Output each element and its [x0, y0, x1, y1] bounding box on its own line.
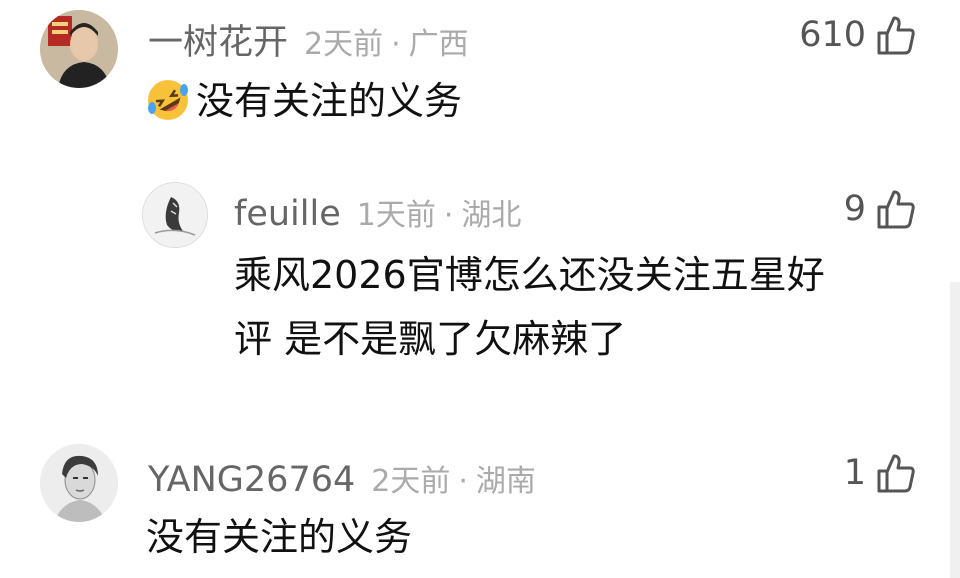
comment-meta: YANG26764 2天前 · 湖南	[148, 456, 536, 500]
comment-meta: feuille 1天前 · 湖北	[234, 190, 521, 234]
thumbs-up-icon[interactable]	[876, 452, 916, 494]
like-button[interactable]: 9	[844, 188, 916, 230]
avatar[interactable]	[40, 444, 118, 522]
comment-text: 乘风2026官博怎么还没关注五星好 评 是不是飘了欠麻辣了	[234, 246, 825, 368]
like-count: 1	[843, 453, 866, 493]
meta-separator: ·	[391, 27, 401, 62]
comment-text-line: 乘风2026官博怎么还没关注五星好	[234, 253, 825, 297]
timestamp: 2天前	[371, 464, 451, 499]
rolling-laughing-emoji-icon	[146, 78, 190, 122]
meta-separator: ·	[443, 198, 454, 233]
comment-text: 没有关注的义务	[146, 72, 462, 130]
like-count: 9	[843, 189, 866, 229]
like-count: 610	[799, 15, 866, 55]
comment-text-content: 没有关注的义务	[146, 515, 413, 559]
username[interactable]: YANG26764	[148, 460, 355, 500]
avatar[interactable]	[40, 10, 118, 88]
comment-text: 没有关注的义务	[146, 508, 412, 566]
region: 湖北	[461, 198, 522, 233]
region: 湖南	[475, 464, 536, 499]
username[interactable]: feuille	[234, 194, 341, 234]
avatar[interactable]	[142, 182, 208, 248]
timestamp: 2天前	[304, 27, 384, 62]
timestamp: 1天前	[356, 198, 436, 233]
username[interactable]: 一树花开	[148, 14, 288, 65]
like-button[interactable]: 1	[844, 452, 916, 494]
comment-meta: 一树花开 2天前 · 广西	[148, 14, 469, 65]
thumbs-up-icon[interactable]	[876, 188, 916, 230]
comment-text-line: 评 是不是飘了欠麻辣了	[234, 317, 627, 361]
like-button[interactable]: 610	[799, 14, 916, 56]
thumbs-up-icon[interactable]	[876, 14, 916, 56]
region: 广西	[408, 27, 469, 62]
meta-separator: ·	[458, 464, 468, 499]
scrollbar[interactable]	[950, 282, 960, 578]
comment-text-content: 没有关注的义务	[196, 79, 463, 123]
